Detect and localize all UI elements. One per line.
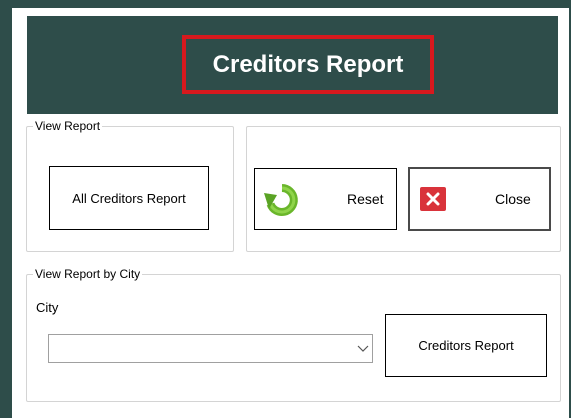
view-report-legend: View Report <box>33 119 103 133</box>
view-by-city-legend: View Report by City <box>33 267 143 281</box>
refresh-icon <box>263 181 301 219</box>
all-creditors-report-button[interactable]: All Creditors Report <box>49 166 209 230</box>
city-label: City <box>36 300 59 315</box>
header-banner: Creditors Report <box>27 16 558 114</box>
creditors-report-label: Creditors Report <box>418 338 514 353</box>
view-report-group: View Report All Creditors Report <box>26 119 234 252</box>
view-by-city-group: View Report by City City Creditors Repor… <box>26 267 561 402</box>
reset-label: Reset <box>347 191 384 207</box>
page-title: Creditors Report <box>212 50 404 78</box>
report-window: Creditors Report View Report All Credito… <box>12 8 569 418</box>
close-button[interactable]: Close <box>408 167 551 231</box>
all-creditors-report-label: All Creditors Report <box>72 190 186 206</box>
reset-button[interactable]: Reset <box>254 168 397 230</box>
chevron-down-icon[interactable] <box>354 335 372 362</box>
close-x-icon <box>420 187 446 211</box>
title-frame: Creditors Report <box>182 35 434 94</box>
actions-group: Reset Close <box>246 126 561 252</box>
city-select[interactable] <box>48 334 373 363</box>
close-label: Close <box>495 191 531 207</box>
creditors-report-button[interactable]: Creditors Report <box>385 314 547 377</box>
